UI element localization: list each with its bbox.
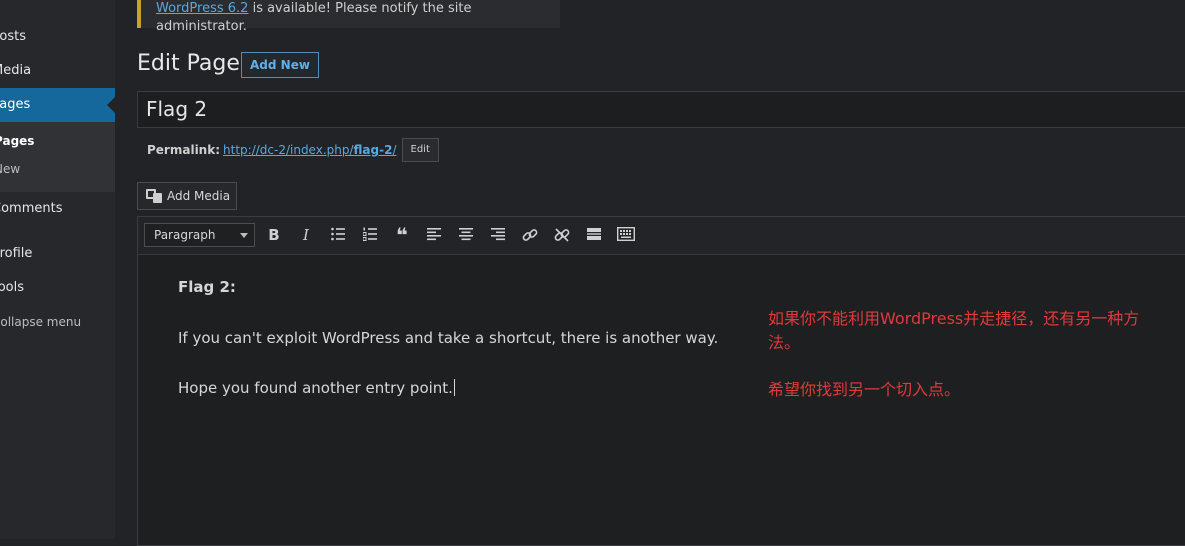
align-center-icon[interactable] [454, 223, 478, 247]
update-notice: WordPress 6.2 is available! Please notif… [137, 0, 560, 34]
permalink-base: http://dc-2/index.php/ [223, 143, 354, 157]
link-icon[interactable] [518, 223, 542, 247]
collapse-menu-button[interactable]: Collapse menu [0, 305, 115, 339]
wordpress-version-link[interactable]: WordPress 6.2 [156, 1, 248, 16]
sidebar-item-label: Profile [0, 246, 33, 261]
submenu-item-add-new[interactable]: New [0, 162, 115, 176]
submenu-item-label: New [0, 162, 21, 176]
sidebar-item-tools[interactable]: Tools [0, 271, 115, 305]
permalink-trailing: / [392, 143, 397, 157]
format-select-value: Paragraph [154, 228, 216, 242]
media-icon [146, 189, 162, 203]
sidebar-item-media[interactable]: Media [0, 54, 115, 88]
admin-sidebar: Posts Media Pages Pages New Comments Pro… [0, 0, 115, 539]
sidebar-item-comments[interactable]: Comments [0, 192, 115, 226]
sidebar-item-profile[interactable]: Profile [0, 237, 115, 271]
sidebar-item-label: Pages [0, 97, 31, 112]
sidebar-item-label: Collapse menu [0, 315, 82, 329]
sidebar-item-pages[interactable]: Pages [0, 88, 115, 122]
bold-icon[interactable]: B [262, 223, 286, 247]
text-cursor [453, 379, 455, 396]
content-paragraph: Hope you found another entry point. [178, 379, 455, 397]
content-paragraph: If you can't exploit WordPress and take … [178, 329, 719, 347]
content-heading: Flag 2: [178, 278, 236, 296]
read-more-icon[interactable] [582, 223, 606, 247]
translation-annotation: 希望你找到另一个切入点。 [768, 380, 961, 399]
numbered-list-icon[interactable] [358, 223, 382, 247]
post-title-input[interactable]: Flag 2 [137, 91, 1185, 128]
bulleted-list-icon[interactable] [326, 223, 350, 247]
submenu-item-all-pages[interactable]: Pages [0, 134, 115, 148]
align-right-icon[interactable] [486, 223, 510, 247]
format-select[interactable]: Paragraph [144, 223, 255, 247]
add-media-label: Add Media [167, 189, 231, 203]
sidebar-item-label: Media [0, 63, 32, 78]
chevron-down-icon [240, 233, 248, 238]
content-paragraph-text: Hope you found another entry point. [178, 379, 453, 397]
sidebar-item-label: Tools [0, 280, 25, 295]
translation-annotation: 如果你不能利用WordPress并走捷径，还有另一种方法。 [768, 309, 1140, 352]
permalink-slug: flag-2 [353, 143, 393, 157]
editor-toolbar: Paragraph B I ❝ [138, 217, 1185, 255]
align-left-icon[interactable] [422, 223, 446, 247]
submenu-item-label: Pages [0, 134, 35, 148]
italic-icon[interactable]: I [294, 223, 318, 247]
permalink-link[interactable]: http://dc-2/index.php/flag-2/ [223, 139, 396, 161]
unlink-icon[interactable] [550, 223, 574, 247]
page-title: Edit Page [137, 51, 240, 76]
permalink-label: Permalink: [147, 143, 221, 157]
permalink-row: Permalink: http://dc-2/index.php/flag-2/… [147, 138, 439, 162]
add-media-button[interactable]: Add Media [137, 182, 237, 210]
pages-submenu: Pages New [0, 122, 115, 192]
toolbar-toggle-icon[interactable] [614, 223, 638, 247]
permalink-edit-button[interactable]: Edit [401, 138, 439, 162]
sidebar-item-label: Comments [0, 201, 63, 216]
sidebar-item-label: Posts [0, 29, 26, 44]
sidebar-item-posts[interactable]: Posts [0, 20, 115, 54]
blockquote-icon[interactable]: ❝ [390, 223, 414, 247]
add-new-button[interactable]: Add New [241, 52, 319, 78]
